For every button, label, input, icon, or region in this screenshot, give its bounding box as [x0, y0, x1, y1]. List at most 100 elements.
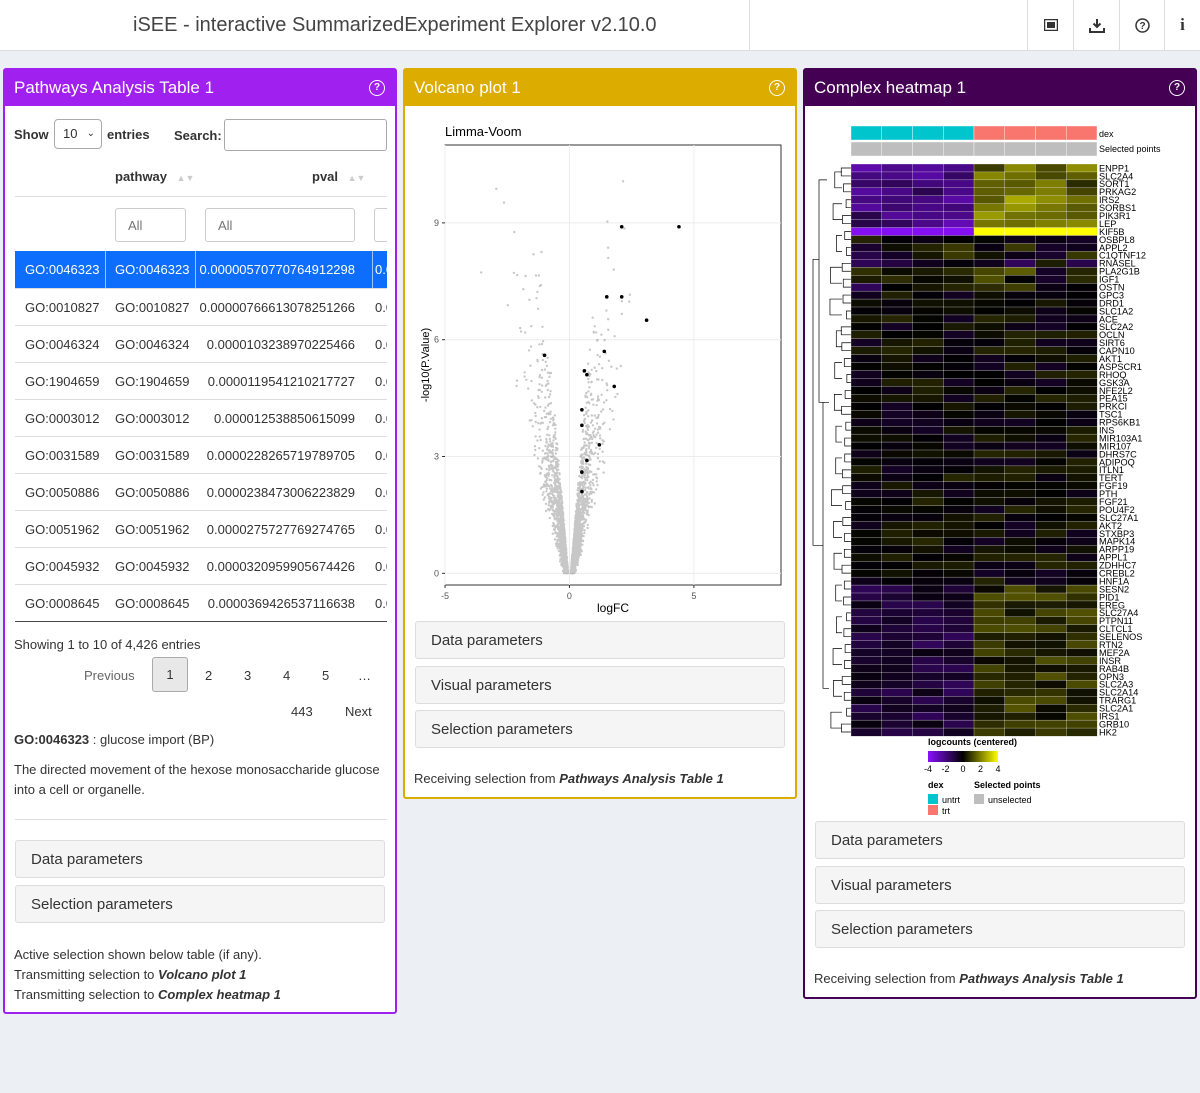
heatmap-cell	[881, 219, 913, 229]
heatmap-cell	[1066, 410, 1098, 419]
table-row[interactable]: GO:0046324 GO:0046324 0.000010323897022546…	[15, 325, 387, 363]
heatmap-cell	[943, 664, 975, 673]
column-header-pval[interactable]: pval ▲▼	[312, 169, 365, 184]
heatmap-cell	[881, 648, 913, 658]
volcano-plot[interactable]: Limma-Voom -5 0 5 0 3 6 9 logFC -log10(P.Value…	[405, 108, 795, 618]
pagination-next[interactable]: Next	[345, 704, 372, 719]
heatmap-cell	[1035, 529, 1067, 538]
heatmap-cell	[943, 251, 975, 260]
heatmap-cell	[1004, 521, 1036, 530]
pagination-page-4[interactable]: 4	[283, 668, 290, 683]
heatmap-cell	[1035, 267, 1067, 276]
heatmap-cell	[1035, 680, 1067, 689]
selection-parameters-accordion[interactable]: Selection parameters	[415, 710, 785, 748]
heatmap-cell	[1004, 410, 1036, 419]
heatmap-cell	[1035, 426, 1067, 435]
heatmap-cell	[1035, 211, 1067, 221]
heatmap-cell	[1004, 219, 1036, 229]
table-row[interactable]: GO:0008645 GO:0008645 0.000036942653711663…	[15, 584, 387, 622]
data-parameters-accordion[interactable]: Data parameters	[415, 621, 785, 659]
complex-heatmap[interactable]: dex Selected points ENPP1SLC2A4SORT1PRKA…	[805, 108, 1195, 818]
heatmap-cell	[973, 696, 1006, 705]
heatmap-cell	[973, 481, 1006, 491]
column-header-pathway[interactable]: pathway ▲▼	[115, 169, 194, 184]
visual-parameters-accordion[interactable]: Visual parameters	[815, 866, 1185, 904]
selection-parameters-accordion[interactable]: Selection parameters	[15, 885, 385, 923]
table-row[interactable]: GO:0003012 GO:0003012 0.000012538850615099…	[15, 399, 387, 437]
pagination-page-2[interactable]: 2	[205, 668, 212, 683]
image-icon[interactable]	[1029, 0, 1073, 50]
heatmap-cell	[1066, 465, 1098, 475]
heatmap-cell	[912, 513, 944, 522]
heatmap-cell	[1004, 481, 1036, 491]
help-icon[interactable]: ?	[1169, 80, 1185, 96]
pval-filter-input[interactable]	[205, 208, 355, 242]
pagination-page-last[interactable]: 443	[291, 704, 313, 719]
page-length-select[interactable]: 10 ⌄	[54, 119, 102, 149]
pval-cell: 0.00000570770764912298	[199, 262, 355, 277]
pagination-page-5[interactable]: 5	[322, 668, 329, 683]
heatmap-cell	[881, 489, 913, 499]
visual-parameters-accordion[interactable]: Visual parameters	[415, 666, 785, 704]
table-row[interactable]: GO:0045932 GO:0045932 0.000032095990567442…	[15, 547, 387, 585]
heatmap-cell	[850, 187, 883, 197]
plot-area	[444, 144, 782, 586]
heatmap-cell	[850, 537, 883, 546]
heatmap-cell	[881, 283, 913, 292]
selected-annotation-cell	[1066, 141, 1098, 157]
heatmap-cell	[943, 521, 975, 530]
table-row[interactable]: GO:0031589 GO:0031589 0.000022826571978970…	[15, 436, 387, 474]
download-icon[interactable]	[1075, 0, 1119, 50]
heatmap-cell	[973, 553, 1006, 562]
pagination-page-1[interactable]: 1	[152, 657, 188, 692]
heatmap-cell	[1035, 553, 1067, 562]
heatmap-cell	[850, 163, 883, 173]
heatmap-cell	[1035, 489, 1067, 499]
heatmap-cell	[973, 227, 1006, 236]
heatmap-cell	[850, 378, 883, 387]
help-icon[interactable]: ?	[369, 80, 385, 96]
row-id-cell: GO:0010827	[25, 300, 100, 315]
heatmap-cell	[1035, 727, 1067, 737]
table-row[interactable]: GO:1904659 GO:1904659 0.000011954121021772…	[15, 362, 387, 400]
search-input[interactable]	[224, 119, 387, 151]
table-row[interactable]: GO:0010827 GO:0010827 0.000007666130782512…	[15, 288, 387, 326]
pagination-previous[interactable]: Previous	[84, 668, 135, 683]
heatmap-cell	[1035, 338, 1067, 348]
info-icon[interactable]: i	[1165, 0, 1200, 50]
data-parameters-accordion[interactable]: Data parameters	[15, 840, 385, 878]
heatmap-cell	[973, 489, 1006, 499]
heatmap-cell	[943, 298, 975, 308]
filter-input-clipped[interactable]	[374, 208, 387, 242]
heatmap-cell	[850, 513, 883, 522]
help-icon[interactable]: ?	[769, 80, 785, 96]
table-row[interactable]: GO:0046323 GO:0046323 0.000005707707649122…	[15, 251, 387, 288]
highlighted-point	[580, 407, 584, 412]
heatmap-cell	[1035, 283, 1067, 292]
pagination-page-3[interactable]: 3	[244, 668, 251, 683]
heatmap-cell	[1004, 306, 1036, 316]
clipped-cell: 0.0	[375, 262, 387, 277]
heatmap-cell	[973, 719, 1006, 729]
table-row[interactable]: GO:0051962 GO:0051962 0.000027572776927476…	[15, 510, 387, 548]
question-circle-icon[interactable]: ?	[1120, 0, 1164, 50]
heatmap-cell	[973, 314, 1006, 324]
heatmap-cell	[881, 584, 913, 594]
heatmap-cell	[912, 489, 944, 499]
receiving-source: Pathways Analysis Table 1	[559, 771, 724, 786]
heatmap-cell	[943, 235, 975, 244]
selected-annotation-cell	[943, 141, 975, 157]
heatmap-cell	[850, 441, 883, 451]
heatmap-cell	[912, 529, 944, 538]
heatmap-cell	[1066, 362, 1098, 372]
data-parameters-accordion[interactable]: Data parameters	[815, 821, 1185, 859]
heatmap-cell	[850, 203, 883, 213]
table-row[interactable]: GO:0050886 GO:0050886 0.000023847300622382…	[15, 473, 387, 511]
selected-annotation-cell	[850, 141, 882, 157]
top-navbar: iSEE - interactive SummarizedExperiment …	[0, 0, 1200, 51]
heatmap-cell	[943, 529, 975, 538]
selected-annotation-cell	[1004, 141, 1036, 157]
heatmap-cell	[1004, 561, 1036, 570]
pathway-filter-input[interactable]	[115, 208, 186, 242]
selection-parameters-accordion[interactable]: Selection parameters	[815, 910, 1185, 948]
